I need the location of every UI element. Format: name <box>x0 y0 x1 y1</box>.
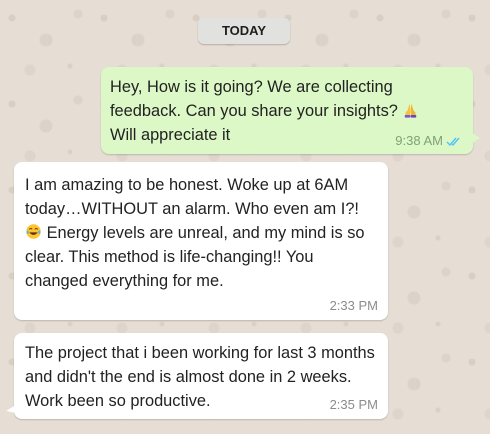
message-text: I am amazing to be honest. Woke up at 6A… <box>25 173 378 293</box>
tears-of-joy-emoji <box>26 224 41 239</box>
folded-hands-emoji <box>405 103 417 118</box>
double-check-read-icon <box>446 137 460 146</box>
incoming-message-bubble[interactable]: The project that i been working for last… <box>6 333 388 419</box>
message-text-part: Hey, How is it going? We are collecting … <box>110 78 398 120</box>
message-text-part: Energy levels are unreal, and my mind is… <box>25 224 365 290</box>
message-timestamp: 2:33 PM <box>329 298 378 313</box>
message-timestamp: 2:35 PM <box>329 397 378 412</box>
message-text-part: I am amazing to be honest. Woke up at 6A… <box>25 176 359 218</box>
message-meta: 2:35 PM <box>330 398 378 412</box>
date-divider-badge: TODAY <box>198 18 290 44</box>
message-meta: 9:38 AM <box>395 134 462 148</box>
message-timestamp: 9:38 AM <box>395 133 443 148</box>
outgoing-message-bubble[interactable]: Hey, How is it going? We are collecting … <box>101 67 480 154</box>
incoming-message-bubble[interactable]: I am amazing to be honest. Woke up at 6A… <box>14 162 388 320</box>
message-text: The project that i been working for last… <box>25 344 375 410</box>
message-text-part: Will appreciate it <box>110 126 231 144</box>
message-meta: 2:33 PM <box>330 299 378 313</box>
